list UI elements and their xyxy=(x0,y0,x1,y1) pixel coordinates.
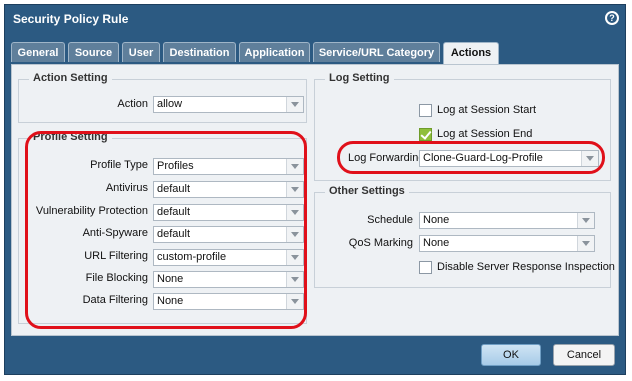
tab-user[interactable]: User xyxy=(122,42,160,62)
dialog-title: Security Policy Rule xyxy=(13,12,129,26)
antivirus-label: Antivirus xyxy=(105,182,148,194)
chevron-down-icon[interactable] xyxy=(286,182,303,197)
chevron-down-icon[interactable] xyxy=(286,294,303,309)
chevron-down-icon[interactable] xyxy=(286,159,303,174)
profile-type-value: Profiles xyxy=(157,160,194,172)
schedule-select[interactable]: None xyxy=(419,212,595,229)
dialog-titlebar: Security Policy Rule ? xyxy=(5,5,625,33)
file-blocking-label: File Blocking xyxy=(85,272,148,284)
log-session-start-checkbox[interactable] xyxy=(419,104,432,117)
antivirus-value: default xyxy=(157,183,191,195)
qos-marking-label: QoS Marking xyxy=(348,237,413,249)
action-label: Action xyxy=(117,98,148,110)
log-setting-legend: Log Setting xyxy=(325,72,394,84)
other-settings-legend: Other Settings xyxy=(325,185,409,197)
log-session-end-label: Log at Session End xyxy=(437,128,533,140)
data-filtering-label: Data Filtering xyxy=(82,294,148,306)
profile-type-select[interactable]: Profiles xyxy=(153,158,304,175)
data-filtering-value: None xyxy=(157,295,184,307)
file-blocking-select[interactable]: None xyxy=(153,271,304,288)
log-forwarding-label: Log Forwarding xyxy=(348,152,425,164)
disable-sri-checkbox[interactable] xyxy=(419,261,432,274)
cancel-button[interactable]: Cancel xyxy=(553,344,615,366)
other-settings-group: Other Settings Schedule None QoS Marking… xyxy=(314,185,615,288)
log-forwarding-value: Clone-Guard-Log-Profile xyxy=(423,152,543,164)
chevron-down-icon[interactable] xyxy=(286,272,303,287)
tab-general[interactable]: General xyxy=(11,42,65,62)
data-filtering-select[interactable]: None xyxy=(153,293,304,310)
action-value: allow xyxy=(157,98,183,110)
help-icon[interactable]: ? xyxy=(605,11,619,25)
tab-actions[interactable]: Actions xyxy=(443,42,499,64)
anti-spyware-label: Anti-Spyware xyxy=(82,227,148,239)
chevron-down-icon[interactable] xyxy=(286,97,303,112)
tab-destination[interactable]: Destination xyxy=(163,42,236,62)
profile-type-label: Profile Type xyxy=(90,159,148,171)
chevron-down-icon[interactable] xyxy=(286,205,303,220)
chevron-down-icon[interactable] xyxy=(286,227,303,242)
url-filtering-value: custom-profile xyxy=(157,251,227,263)
action-setting-legend: Action Setting xyxy=(29,72,112,84)
chevron-down-icon[interactable] xyxy=(577,236,594,251)
log-session-start-label: Log at Session Start xyxy=(437,104,537,116)
log-session-end-checkbox[interactable] xyxy=(419,128,432,141)
tab-source[interactable]: Source xyxy=(68,42,119,62)
tab-service-url-category[interactable]: Service/URL Category xyxy=(313,42,440,62)
file-blocking-value: None xyxy=(157,273,184,285)
url-filtering-label: URL Filtering xyxy=(84,250,148,262)
chevron-down-icon[interactable] xyxy=(577,213,594,228)
qos-marking-select[interactable]: None xyxy=(419,235,595,252)
action-select[interactable]: allow xyxy=(153,96,304,113)
antivirus-select[interactable]: default xyxy=(153,181,304,198)
schedule-value: None xyxy=(423,214,450,226)
action-setting-group: Action Setting Action allow xyxy=(18,72,307,123)
qos-marking-value: None xyxy=(423,237,450,249)
url-filtering-select[interactable]: custom-profile xyxy=(153,249,304,266)
vulnerability-protection-label: Vulnerability Protection xyxy=(35,205,148,217)
vulnerability-protection-select[interactable]: default xyxy=(153,204,304,221)
security-policy-rule-dialog: Security Policy Rule ? General Source Us… xyxy=(4,4,626,375)
ok-button[interactable]: OK xyxy=(481,344,541,366)
actions-panel: Action Setting Action allow Profile Sett… xyxy=(11,64,619,336)
chevron-down-icon[interactable] xyxy=(286,250,303,265)
log-setting-group: Log Setting Log at Session Start Log at … xyxy=(314,72,611,181)
profile-setting-legend: Profile Setting xyxy=(29,131,112,143)
chevron-down-icon[interactable] xyxy=(581,151,598,166)
log-forwarding-select[interactable]: Clone-Guard-Log-Profile xyxy=(419,150,599,167)
schedule-label: Schedule xyxy=(367,214,413,226)
disable-sri-label: Disable Server Response Inspection xyxy=(437,261,615,273)
tab-application[interactable]: Application xyxy=(239,42,310,62)
anti-spyware-value: default xyxy=(157,228,191,240)
profile-setting-group: Profile Setting Profile Type Profiles An… xyxy=(18,131,307,324)
anti-spyware-select[interactable]: default xyxy=(153,226,304,243)
vulnerability-protection-value: default xyxy=(157,206,191,218)
